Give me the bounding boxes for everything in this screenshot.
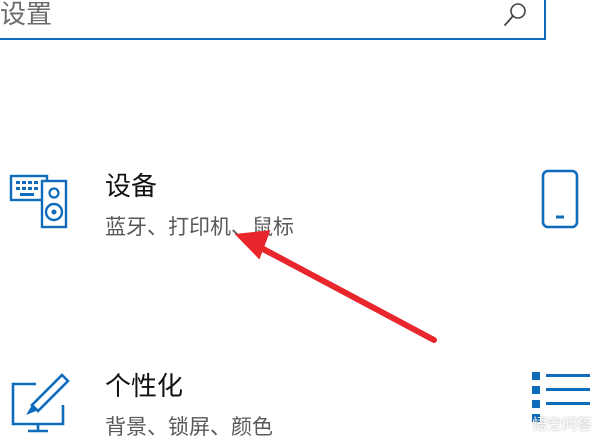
tile-personalization-title: 个性化 [105, 372, 184, 402]
paint-monitor-icon [11, 373, 70, 433]
tile-devices-title: 设备 [105, 172, 158, 202]
chat-bubble-icon [509, 415, 527, 432]
keyboard-speaker-icon [9, 174, 68, 229]
tile-personalization-subtitle: 背景、锁屏、颜色 [105, 415, 273, 439]
tile-devices[interactable]: 设备 蓝牙、打印机、鼠标 [0, 165, 420, 255]
settings-search-box[interactable]: 设置 [0, 0, 546, 40]
watermark-text: 悟空问答 [531, 415, 592, 433]
search-input[interactable]: 设置 [0, 0, 52, 30]
watermark: 悟空问答 [508, 413, 592, 434]
tile-devices-subtitle: 蓝牙、打印机、鼠标 [105, 215, 294, 239]
search-icon[interactable] [502, 0, 530, 28]
tile-personalization[interactable]: 个性化 背景、锁屏、颜色 [0, 365, 420, 440]
phone-icon[interactable] [540, 168, 580, 230]
